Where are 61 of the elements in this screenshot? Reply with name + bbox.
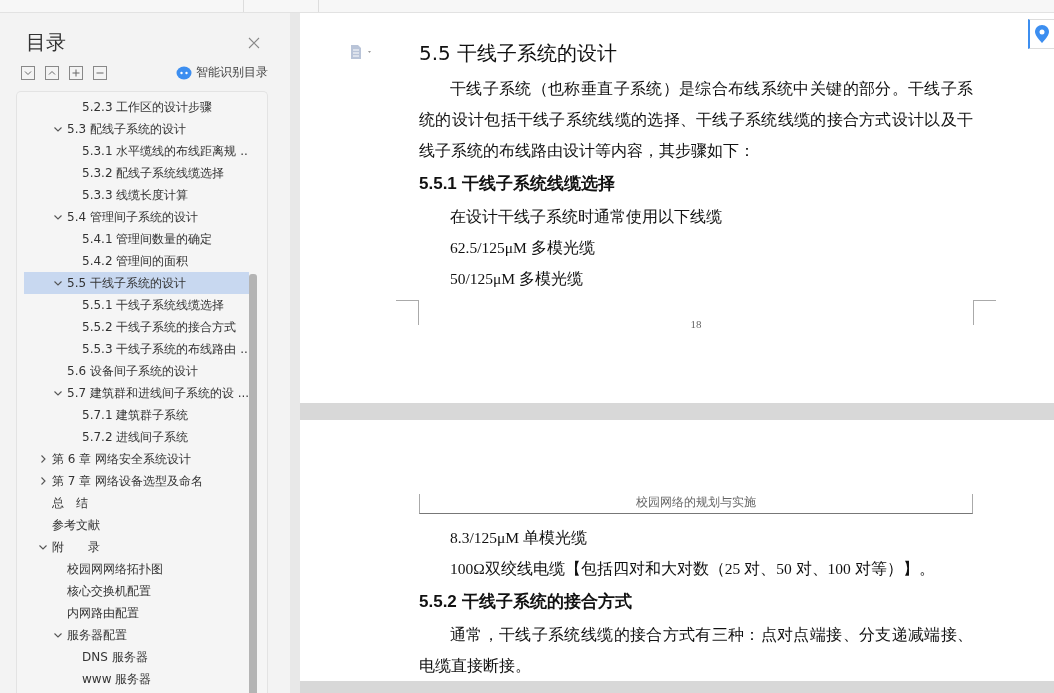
toc-item[interactable]: 附 录 [24,536,249,558]
chevron-right-icon[interactable] [38,454,48,464]
toc-item[interactable]: 5.5 干线子系统的设计 [24,272,249,294]
toc-item[interactable]: 5.3.3 线缆长度计算 [24,184,249,206]
scrollbar-thumb[interactable] [249,274,257,693]
plus-icon[interactable] [69,65,83,80]
toc-item[interactable]: 5.6 设备间子系统的设计 [24,360,249,382]
subsection-heading: 5.5.1 干线子系统线缆选择 [419,173,616,195]
collapse-all-icon[interactable] [45,65,59,80]
toc-item[interactable]: 5.4.2 管理间的面积 [24,250,249,272]
subsection-heading: 5.5.2 干线子系统的接合方式 [419,591,633,613]
toc-item[interactable]: 5.7.2 进线间子系统 [24,426,249,448]
paragraph: 通常，干线子系统线缆的接合方式有三种：点对点端接、分支递减端接、电缆直接断接。 [419,625,973,676]
toc-item[interactable]: 5.5.1 干线子系统线缆选择 [24,294,249,316]
toc-item[interactable]: 5.2.3 工作区的设计步骤 [24,96,249,118]
toc-item[interactable]: 参考文献 [24,514,249,536]
smart-toc-button[interactable]: 智能识别目录 [176,64,268,81]
minus-icon[interactable] [93,65,107,80]
paragraph: 100Ω双绞线电缆【包括四对和大对数（25 对、50 对、100 对等）】。 [449,559,936,579]
paragraph: 干线子系统（也称垂直子系统）是综合布线系统中关键的部分。干线子系统的设计包括干线子系统线缆的选择、干线子系统线缆的接合方式设计以及干线子系统的布线路由设计等内容，其步骤如下： [419,79,973,161]
toc-item[interactable]: 第 7 章 网络设备选型及命名 [24,470,249,492]
toc-item[interactable]: 内网路由配置 [24,602,249,624]
paragraph: 62.5/125μM 多模光缆 [449,238,596,258]
toc-item[interactable]: 总 结 [24,492,249,514]
toc-item[interactable]: 5.3.1 水平缆线的布线距离规 ... [24,140,249,162]
chevron-down-icon[interactable] [53,278,63,288]
chevron-down-icon[interactable] [53,212,63,222]
toc-item[interactable]: 5.4 管理间子系统的设计 [24,206,249,228]
toc-item[interactable]: 第 6 章 网络安全系统设计 [24,448,249,470]
toc-item[interactable]: 5.5.2 干线子系统的接合方式 [24,316,249,338]
toc-item[interactable]: 5.7.1 建筑群子系统 [24,404,249,426]
close-icon[interactable] [248,36,260,49]
toc-item[interactable]: 核心交换机配置 [24,580,249,602]
ai-bubble-icon [176,65,192,80]
expand-all-icon[interactable] [21,65,35,80]
chevron-right-icon[interactable] [38,476,48,486]
toc-item[interactable]: 5.5.3 干线子系统的布线路由 ... [24,338,249,360]
chevron-down-icon[interactable] [53,124,63,134]
panel-title: 目录 [26,29,66,56]
page-number: 18 [690,318,702,332]
toc-item[interactable]: 5.4.1 管理间数量的确定 [24,228,249,250]
toc-item[interactable]: 服务器配置 [24,624,249,646]
toc-item[interactable]: DNS 服务器 [24,646,249,668]
section-heading: 5.5 干线子系统的设计 [419,40,619,67]
chevron-down-icon[interactable] [38,542,48,552]
location-pin-button[interactable] [1028,19,1054,49]
chevron-down-icon[interactable] [53,388,63,398]
toc-item[interactable]: 5.3.2 配线子系统线缆选择 [24,162,249,184]
page-header: 校园网络的规划与实施 [636,494,756,511]
crop-mark [396,300,419,325]
paragraph: 在设计干线子系统时通常使用以下线缆 [449,207,723,227]
location-pin-icon [1035,25,1049,43]
document-icon[interactable] [350,45,374,59]
toc-item[interactable]: 5.3 配线子系统的设计 [24,118,249,140]
paragraph: 8.3/125μM 单模光缆 [449,528,588,548]
toc-item[interactable]: 5.7 建筑群和进线间子系统的设 ... [24,382,249,404]
chevron-down-icon[interactable] [53,630,63,640]
toc-item[interactable]: www 服务器 [24,668,249,690]
crop-mark [973,300,996,325]
toc-item[interactable]: 校园网网络拓扑图 [24,558,249,580]
paragraph: 50/125μM 多模光缆 [449,269,585,289]
